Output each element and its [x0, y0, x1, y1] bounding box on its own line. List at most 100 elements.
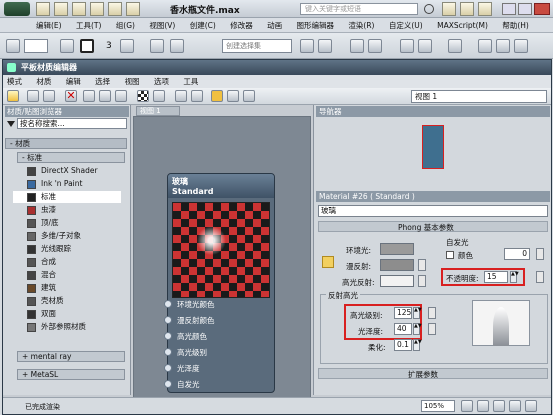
pick-material-icon[interactable]: [27, 90, 39, 102]
list-item-selected[interactable]: 标准: [13, 191, 121, 203]
menu-edit[interactable]: 编辑(E): [36, 21, 62, 30]
filter-dropdown[interactable]: [24, 39, 48, 53]
node-view-tab[interactable]: 视图 1: [136, 106, 180, 116]
undo-scene-icon[interactable]: [6, 39, 20, 53]
diffuse-map-button[interactable]: [418, 259, 426, 271]
material-editor-icon[interactable]: [448, 39, 462, 53]
pan-icon[interactable]: [461, 400, 473, 412]
move-children-icon[interactable]: [83, 90, 95, 102]
editor-menu-modes[interactable]: 模式: [7, 77, 22, 86]
spec-level-map-button[interactable]: [428, 307, 436, 319]
group-standard-header[interactable]: - 标准: [17, 152, 125, 163]
ambient-color-swatch[interactable]: [380, 243, 414, 255]
menu-graph-editors[interactable]: 图形编辑器: [297, 21, 335, 30]
show-map-viewport-icon[interactable]: [153, 90, 165, 102]
help-icon[interactable]: [478, 2, 492, 16]
lock-color-icon[interactable]: [322, 256, 334, 268]
delete-icon[interactable]: ✕: [65, 90, 77, 102]
menu-views[interactable]: 视图(V): [149, 21, 175, 30]
list-item[interactable]: 顶/底: [13, 217, 121, 229]
close-button[interactable]: [534, 3, 550, 15]
new-file-icon[interactable]: [36, 2, 50, 16]
zoom-icon[interactable]: [477, 400, 489, 412]
opacity-input[interactable]: 15: [484, 271, 508, 283]
list-item[interactable]: 建筑: [13, 282, 121, 294]
layout-children-icon[interactable]: [191, 90, 203, 102]
list-item[interactable]: 多维/子对象: [13, 230, 121, 242]
input-socket-icon[interactable]: [164, 300, 172, 308]
material-id-icon[interactable]: [211, 90, 223, 102]
slot-specular-color[interactable]: 高光颜色: [163, 330, 271, 343]
diffuse-color-swatch[interactable]: [380, 259, 414, 271]
layout-all-icon[interactable]: [175, 90, 187, 102]
app-logo-icon[interactable]: [4, 2, 30, 16]
specular-map-button[interactable]: [418, 275, 426, 287]
browser-options-icon[interactable]: [7, 121, 15, 127]
menu-customize[interactable]: 自定义(U): [389, 21, 423, 30]
editor-menu-utilities[interactable]: 工具: [183, 77, 198, 86]
group-materials-header[interactable]: - 材质: [5, 138, 127, 149]
communication-center-icon[interactable]: [442, 2, 456, 16]
zoom-extents-icon[interactable]: [509, 400, 521, 412]
editor-menu-view[interactable]: 视图: [125, 77, 140, 86]
save-file-icon[interactable]: [72, 2, 86, 16]
menu-modifiers[interactable]: 修改器: [230, 21, 253, 30]
search-input[interactable]: 键入关键字或短语: [300, 3, 418, 15]
minimize-button[interactable]: [502, 3, 516, 15]
self-illum-map-button[interactable]: [536, 248, 544, 260]
curve-editor-icon[interactable]: [400, 39, 414, 53]
list-item[interactable]: 外部参照材质: [13, 321, 121, 333]
list-item[interactable]: 混合: [13, 269, 121, 281]
search-icon[interactable]: [424, 4, 434, 14]
list-item[interactable]: DirectX Shader: [13, 165, 121, 177]
layer-manager-icon[interactable]: [350, 39, 364, 53]
soften-spinner[interactable]: ▲▼: [413, 339, 422, 351]
opacity-map-button[interactable]: [536, 271, 544, 283]
render-setup-icon[interactable]: [478, 39, 492, 53]
slot-ambient-color[interactable]: 环境光颜色: [163, 298, 271, 311]
angle-snap-icon[interactable]: [120, 39, 134, 53]
group-metasl-header[interactable]: + MetaSL: [17, 369, 125, 380]
editor-menu-options[interactable]: 选项: [154, 77, 169, 86]
menu-rendering[interactable]: 渲染(R): [348, 21, 374, 30]
list-item[interactable]: Ink 'n Paint: [13, 178, 121, 190]
undo-icon[interactable]: [90, 2, 104, 16]
slot-self-illumination[interactable]: 自发光: [163, 378, 271, 391]
view-dropdown[interactable]: 视图 1: [411, 90, 547, 103]
open-file-icon[interactable]: [54, 2, 68, 16]
list-item[interactable]: 合成: [13, 256, 121, 268]
assign-material-icon[interactable]: [43, 90, 55, 102]
editor-menu-material[interactable]: 材质: [36, 77, 51, 86]
schematic-view-icon[interactable]: [418, 39, 432, 53]
self-illum-color-checkbox[interactable]: [446, 251, 454, 259]
soften-input[interactable]: 0.1: [394, 339, 412, 351]
redo-icon[interactable]: [108, 2, 122, 16]
material-node[interactable]: 玻璃 Standard: [167, 173, 275, 393]
slot-diffuse-color[interactable]: 漫反射颜色: [163, 314, 271, 327]
group-mental-ray-header[interactable]: + mental ray: [17, 351, 125, 362]
glossiness-spinner[interactable]: ▲▼: [413, 323, 422, 335]
browser-search-input[interactable]: 按名称搜索...: [17, 118, 127, 129]
select-tool-icon[interactable]: [7, 90, 19, 102]
input-socket-icon[interactable]: [164, 332, 172, 340]
project-folder-icon[interactable]: [126, 2, 140, 16]
specular-color-swatch[interactable]: [380, 275, 414, 287]
render-production-icon[interactable]: [514, 39, 528, 53]
input-socket-icon[interactable]: [164, 380, 172, 388]
glossiness-input[interactable]: 40: [394, 323, 412, 335]
zoom-dropdown[interactable]: 105%: [421, 400, 455, 412]
maximize-button[interactable]: [518, 3, 532, 15]
spinner-snap-icon[interactable]: [170, 39, 184, 53]
menu-create[interactable]: 创建(C): [190, 21, 216, 30]
align-icon[interactable]: [318, 39, 332, 53]
menu-maxscript[interactable]: MAXScript(M): [437, 21, 488, 30]
spec-level-spinner[interactable]: ▲▼: [413, 307, 422, 319]
rendered-frame-icon[interactable]: [496, 39, 510, 53]
input-socket-icon[interactable]: [164, 364, 172, 372]
slot-glossiness[interactable]: 光泽度: [163, 362, 271, 375]
menu-animation[interactable]: 动画: [267, 21, 282, 30]
percent-snap-icon[interactable]: [150, 39, 164, 53]
favorites-icon[interactable]: [460, 2, 474, 16]
navigator-thumbnail[interactable]: [422, 125, 444, 169]
zoom-selected-icon[interactable]: [525, 400, 537, 412]
